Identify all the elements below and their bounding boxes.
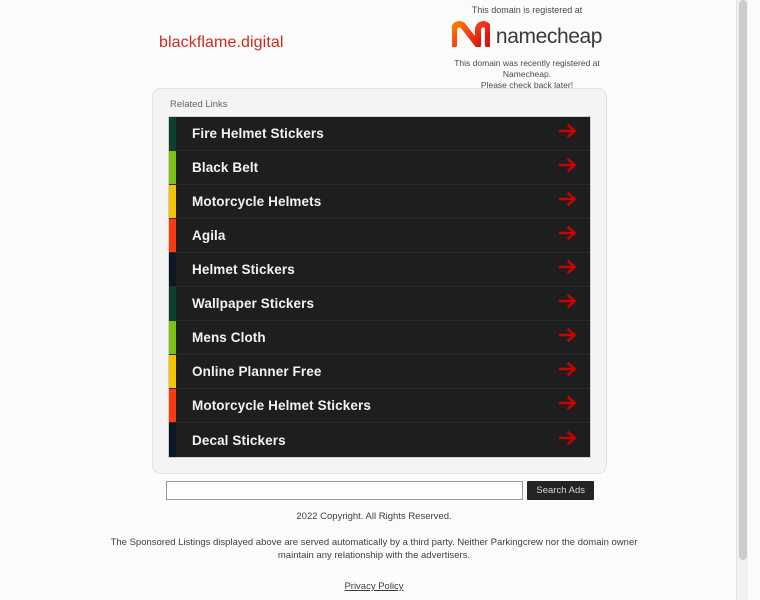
related-link-row[interactable]: Decal Stickers xyxy=(169,423,590,457)
related-link-accent-bar xyxy=(169,321,176,354)
related-link-accent-bar xyxy=(169,151,176,184)
registration-notice-line1: This domain was recently registered at N… xyxy=(454,58,600,79)
related-link-label: Motorcycle Helmet Stickers xyxy=(192,398,371,413)
search-area: Search Ads xyxy=(166,481,594,500)
related-link-row[interactable]: Agila xyxy=(169,219,590,253)
search-ads-button[interactable]: Search Ads xyxy=(527,481,594,500)
domain-name: blackflame.digital xyxy=(159,34,284,51)
related-links-list: Fire Helmet Stickers Black Belt Motorcycle… xyxy=(168,116,591,458)
arrow-right-icon xyxy=(558,430,578,451)
registration-notice: This domain was recently registered at N… xyxy=(443,58,611,91)
related-link-accent-bar xyxy=(169,355,176,388)
arrow-right-icon xyxy=(558,327,578,348)
related-link-arrow-cell[interactable] xyxy=(546,327,590,348)
sponsored-listings-disclaimer: The Sponsored Listings displayed above a… xyxy=(110,537,638,561)
related-link-label: Fire Helmet Stickers xyxy=(192,126,324,141)
related-link-row[interactable]: Motorcycle Helmets xyxy=(169,185,590,219)
arrow-right-icon xyxy=(558,361,578,382)
arrow-right-icon xyxy=(558,157,578,178)
related-link-arrow-cell[interactable] xyxy=(546,430,590,451)
related-link-label: Black Belt xyxy=(192,160,259,175)
related-link-label: Online Planner Free xyxy=(192,364,322,379)
related-links-card: Related Links Fire Helmet Stickers Black … xyxy=(152,88,607,474)
related-link-row[interactable]: Online Planner Free xyxy=(169,355,590,389)
search-input[interactable] xyxy=(166,481,524,500)
related-link-label: Helmet Stickers xyxy=(192,262,295,277)
related-link-accent-bar xyxy=(169,389,176,422)
related-link-row[interactable]: Fire Helmet Stickers xyxy=(169,117,590,151)
namecheap-logo[interactable]: namecheap xyxy=(443,18,611,54)
related-link-accent-bar xyxy=(169,117,176,150)
related-link-accent-bar xyxy=(169,219,176,252)
related-link-label: Decal Stickers xyxy=(192,432,286,448)
privacy-policy-wrap: Privacy Policy xyxy=(0,576,748,594)
related-link-row[interactable]: Helmet Stickers xyxy=(169,253,590,287)
registered-at-text: This domain is registered at xyxy=(471,5,583,15)
arrow-right-icon xyxy=(558,191,578,212)
related-link-arrow-cell[interactable] xyxy=(546,157,590,178)
namecheap-block: This domain is registered at namecheap T… xyxy=(443,4,611,91)
arrow-right-icon xyxy=(558,225,578,246)
related-link-label: Motorcycle Helmets xyxy=(192,194,322,209)
related-link-label: Agila xyxy=(192,228,226,243)
related-link-label: Wallpaper Stickers xyxy=(192,296,315,311)
related-link-accent-bar xyxy=(169,185,176,218)
related-link-arrow-cell[interactable] xyxy=(546,123,590,144)
related-links-title: Related Links xyxy=(170,99,228,110)
namecheap-wordmark: namecheap xyxy=(495,24,603,48)
related-link-arrow-cell[interactable] xyxy=(546,361,590,382)
related-link-arrow-cell[interactable] xyxy=(546,259,590,280)
related-link-accent-bar xyxy=(169,423,176,457)
related-link-row[interactable]: Wallpaper Stickers xyxy=(169,287,590,321)
namecheap-n-icon xyxy=(450,20,492,52)
related-link-row[interactable]: Motorcycle Helmet Stickers xyxy=(169,389,590,423)
related-link-row[interactable]: Black Belt xyxy=(169,151,590,185)
page-footer: 2022 Copyright. All Rights Reserved. The… xyxy=(0,510,748,594)
related-link-label: Mens Cloth xyxy=(192,330,266,345)
related-link-arrow-cell[interactable] xyxy=(546,225,590,246)
privacy-policy-link[interactable]: Privacy Policy xyxy=(344,581,403,592)
page-header: blackflame.digital This domain is regist… xyxy=(0,0,748,90)
copyright-text: 2022 Copyright. All Rights Reserved. xyxy=(296,511,452,522)
arrow-right-icon xyxy=(558,123,578,144)
related-link-arrow-cell[interactable] xyxy=(546,191,590,212)
related-link-accent-bar xyxy=(169,253,176,286)
scrollbar-thumb[interactable] xyxy=(739,0,747,560)
parking-page: blackflame.digital This domain is regist… xyxy=(0,0,748,600)
arrow-right-icon xyxy=(558,259,578,280)
arrow-right-icon xyxy=(558,395,578,416)
arrow-right-icon xyxy=(558,293,578,314)
related-link-arrow-cell[interactable] xyxy=(546,293,590,314)
related-link-accent-bar xyxy=(169,287,176,320)
related-link-row[interactable]: Mens Cloth xyxy=(169,321,590,355)
related-link-arrow-cell[interactable] xyxy=(546,395,590,416)
